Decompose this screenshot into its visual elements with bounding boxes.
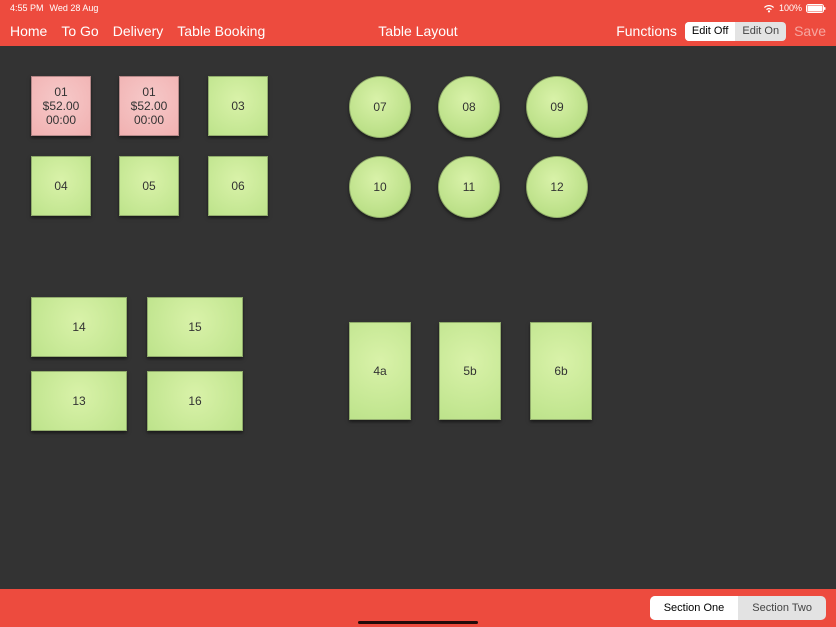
nav-togo[interactable]: To Go bbox=[61, 23, 98, 39]
table-01-dup[interactable]: 01 $52.00 00:00 bbox=[119, 76, 179, 136]
table-16[interactable]: 16 bbox=[147, 371, 243, 431]
status-date: Wed 28 Aug bbox=[50, 3, 99, 13]
table-id: 10 bbox=[373, 180, 386, 194]
table-id: 01 bbox=[142, 85, 155, 99]
table-id: 06 bbox=[231, 179, 244, 193]
table-13[interactable]: 13 bbox=[31, 371, 127, 431]
table-12[interactable]: 12 bbox=[526, 156, 588, 218]
battery-icon bbox=[806, 4, 826, 13]
table-id: 15 bbox=[188, 320, 201, 334]
section-toggle: Section One Section Two bbox=[650, 596, 826, 620]
nav-table-booking[interactable]: Table Booking bbox=[177, 23, 265, 39]
status-battery-pct: 100% bbox=[779, 3, 802, 13]
table-id: 01 bbox=[54, 85, 67, 99]
section-two-button[interactable]: Section Two bbox=[738, 596, 826, 620]
table-01[interactable]: 01 $52.00 00:00 bbox=[31, 76, 91, 136]
table-03[interactable]: 03 bbox=[208, 76, 268, 136]
table-05[interactable]: 05 bbox=[119, 156, 179, 216]
nav-home[interactable]: Home bbox=[10, 23, 47, 39]
page-title: Table Layout bbox=[378, 23, 457, 39]
table-10[interactable]: 10 bbox=[349, 156, 411, 218]
table-id: 04 bbox=[54, 179, 67, 193]
table-id: 4a bbox=[373, 364, 386, 378]
table-timer: 00:00 bbox=[134, 113, 164, 127]
table-4a[interactable]: 4a bbox=[349, 322, 411, 420]
table-15[interactable]: 15 bbox=[147, 297, 243, 357]
table-6b[interactable]: 6b bbox=[530, 322, 592, 420]
table-layout-canvas: 01 $52.00 00:00 01 $52.00 00:00 03 04 05… bbox=[0, 46, 836, 627]
status-bar: 4:55 PM Wed 28 Aug 100% bbox=[0, 0, 836, 16]
table-id: 03 bbox=[231, 99, 244, 113]
table-07[interactable]: 07 bbox=[349, 76, 411, 138]
save-button[interactable]: Save bbox=[794, 23, 826, 39]
nav: Home To Go Delivery Table Booking bbox=[10, 23, 265, 39]
table-id: 14 bbox=[72, 320, 85, 334]
status-time: 4:55 PM bbox=[10, 3, 44, 13]
edit-on-button[interactable]: Edit On bbox=[735, 22, 786, 41]
table-06[interactable]: 06 bbox=[208, 156, 268, 216]
table-09[interactable]: 09 bbox=[526, 76, 588, 138]
table-id: 08 bbox=[462, 100, 475, 114]
wifi-icon bbox=[763, 4, 775, 13]
table-id: 07 bbox=[373, 100, 386, 114]
table-id: 11 bbox=[463, 180, 475, 194]
section-one-button[interactable]: Section One bbox=[650, 596, 739, 620]
nav-delivery[interactable]: Delivery bbox=[113, 23, 164, 39]
table-id: 09 bbox=[550, 100, 563, 114]
header: Home To Go Delivery Table Booking Table … bbox=[0, 16, 836, 46]
table-id: 12 bbox=[550, 180, 563, 194]
table-id: 13 bbox=[72, 394, 85, 408]
table-5b[interactable]: 5b bbox=[439, 322, 501, 420]
home-indicator bbox=[358, 621, 478, 624]
edit-off-button[interactable]: Edit Off bbox=[685, 22, 735, 41]
table-04[interactable]: 04 bbox=[31, 156, 91, 216]
table-14[interactable]: 14 bbox=[31, 297, 127, 357]
table-amount: $52.00 bbox=[43, 99, 80, 113]
table-08[interactable]: 08 bbox=[438, 76, 500, 138]
table-id: 5b bbox=[463, 364, 476, 378]
table-11[interactable]: 11 bbox=[438, 156, 500, 218]
footer: Section One Section Two bbox=[0, 589, 836, 627]
functions-button[interactable]: Functions bbox=[616, 23, 677, 39]
table-id: 05 bbox=[142, 179, 155, 193]
table-timer: 00:00 bbox=[46, 113, 76, 127]
table-id: 16 bbox=[188, 394, 201, 408]
table-amount: $52.00 bbox=[131, 99, 168, 113]
edit-toggle: Edit Off Edit On bbox=[685, 22, 786, 41]
table-id: 6b bbox=[554, 364, 567, 378]
